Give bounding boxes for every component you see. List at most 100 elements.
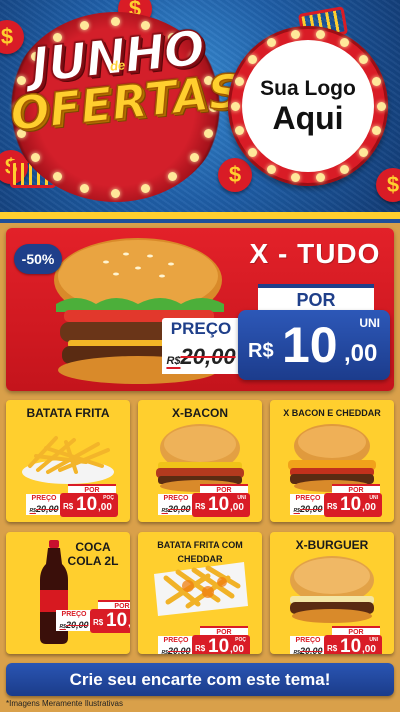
preco-label: PREÇO [158, 636, 194, 645]
price-currency: R$ [327, 502, 338, 511]
price-currency: R$ [195, 502, 206, 511]
old-price: R$20,00 [26, 503, 62, 515]
old-price-currency: R$ [166, 355, 181, 367]
light-bulb-icon [247, 148, 257, 158]
unit-label: UNI [369, 495, 378, 501]
campaign-title: JUNHO OFERTAS [7, 19, 245, 141]
price-tag: PORPREÇOR$20,00UNIR$10,00 [290, 484, 388, 518]
price-integer: 10 [340, 636, 362, 654]
discount-badge: -50% [14, 244, 62, 274]
product-image [16, 426, 120, 491]
old-price-value: 20,00 [167, 504, 191, 514]
cta-button[interactable]: Crie seu encarte com este tema! [6, 663, 394, 696]
divider-stripe [0, 219, 400, 223]
light-bulb-icon [234, 76, 244, 86]
preco-label: PREÇO [56, 610, 92, 619]
price-currency: R$ [63, 502, 74, 511]
preco-label: PREÇO [290, 494, 326, 503]
price-decimal: ,00 [230, 502, 244, 513]
light-bulb-icon [372, 126, 382, 136]
light-bulb-icon [316, 29, 326, 39]
product-card[interactable]: BATATA FRITA COM CHEDDAR POR PREÇO R$20,00 P… [138, 532, 262, 654]
new-price: POÇ R$ 10,00 [192, 635, 250, 654]
featured-product-name: X - TUDO [249, 238, 381, 269]
light-bulb-icon [110, 188, 120, 198]
light-bulb-icon [372, 76, 382, 86]
light-bulb-icon [110, 16, 120, 26]
price-decimal: ,00 [344, 340, 378, 367]
logo-circle: Sua Logo Aqui [242, 40, 374, 172]
old-price: R$20,00 [158, 503, 194, 515]
por-label: POR [258, 284, 374, 312]
product-card[interactable]: X-BURGUER POR PREÇO R$20,00 UNI R$ 10,00 [270, 532, 394, 654]
price-tag: POR PREÇO R$20,00 POÇ R$ 10,00 [26, 484, 124, 518]
product-card[interactable]: X BACON E CHEDDAR POR PREÇO R$20,00 UNI R$ 10,… [270, 400, 394, 522]
light-bulb-icon [80, 184, 90, 194]
price-decimal: ,00 [362, 644, 376, 654]
light-bulb-icon [80, 20, 90, 30]
old-price: R$20,00 [290, 503, 326, 515]
price-decimal: ,00 [230, 644, 244, 654]
light-bulb-icon [168, 172, 178, 182]
preco-label: PREÇO [290, 636, 326, 645]
product-card[interactable]: X-BACON POR PREÇO R$20,00 UNI R$ 10,00 [138, 400, 262, 522]
light-bulb-icon [31, 153, 41, 163]
coin-symbol: $ [228, 162, 242, 187]
price-tag: PORPREÇOR$20,00UNIR$10,00 [158, 484, 256, 518]
price-integer: 10 [282, 317, 338, 373]
old-price: R$20,00 [158, 645, 194, 654]
light-bulb-icon [359, 54, 369, 64]
preco-label: PREÇO [158, 494, 194, 503]
light-bulb-icon [316, 173, 326, 183]
title-connector: de [109, 57, 126, 74]
old-price: R$20,00 [56, 619, 92, 631]
light-bulb-icon [267, 164, 276, 174]
old-price-value: 20,00 [299, 646, 323, 654]
new-price-box: UNI R$ 10 ,00 [238, 310, 390, 380]
old-price-value: 20,00 [167, 646, 191, 654]
product-image [280, 554, 384, 629]
logo-placeholder[interactable]: Sua Logo Aqui [228, 26, 388, 186]
price-integer: 10 [208, 636, 230, 654]
old-price: R$20,00 [290, 645, 326, 654]
unit-label: UNI [237, 495, 246, 501]
old-price-value: 20,00 [65, 620, 89, 630]
logo-text-line-1: Sua Logo [260, 77, 356, 100]
old-price-box: R$20,00 [162, 340, 240, 374]
price-decimal: ,00 [128, 618, 130, 629]
light-bulb-icon [340, 38, 349, 48]
product-name: X-BACON [172, 406, 228, 420]
light-bulb-icon [189, 153, 199, 163]
light-bulb-icon [234, 126, 244, 136]
unit-label: POÇ [103, 495, 114, 501]
light-bulb-icon [359, 148, 369, 158]
preco-label: PREÇO [162, 318, 240, 340]
old-price-value: 20,00 [35, 504, 59, 514]
price-tag: PORPREÇOR$20,00UNIR$10,00 [290, 626, 388, 654]
new-price: POÇ R$ 10,00 [60, 493, 118, 517]
product-name: X-BURGUER [295, 538, 369, 552]
product-card[interactable]: COCA COLA 2LPORPREÇOR$20,00UNIR$10,00 [6, 532, 130, 654]
price-integer: 10 [208, 494, 230, 515]
header-banner: $ $ $ $ $ JUNHO OFERTAS de Sua Logo Aqui [0, 0, 400, 215]
light-bulb-icon [230, 101, 240, 111]
price-currency: R$ [93, 618, 104, 627]
old-price-value: 20,00 [299, 504, 323, 514]
product-name: BATATA FRITA [26, 406, 110, 420]
product-name: X BACON E CHEDDAR [283, 408, 381, 418]
unit-label: UNI [359, 316, 380, 330]
new-price: UNIR$10,00 [324, 635, 382, 654]
price-currency: R$ [195, 644, 206, 653]
new-price: UNIR$10,00 [90, 609, 130, 633]
product-image [148, 556, 252, 625]
logo-text-line-2: Aqui [272, 100, 344, 136]
old-price-value: 20,00 [180, 344, 236, 369]
old-price: R$20,00 [166, 344, 235, 370]
price-tag: PORPREÇOR$20,00UNIR$10,00 [56, 600, 130, 634]
unit-label: UNI [369, 637, 378, 643]
light-bulb-icon [140, 184, 150, 194]
light-bulb-icon [340, 164, 349, 174]
light-bulb-icon [290, 29, 300, 39]
price-integer: 10 [340, 494, 362, 515]
product-card[interactable]: BATATA FRITA POR PREÇO R$20,00 POÇ R$ 10,00 [6, 400, 130, 522]
